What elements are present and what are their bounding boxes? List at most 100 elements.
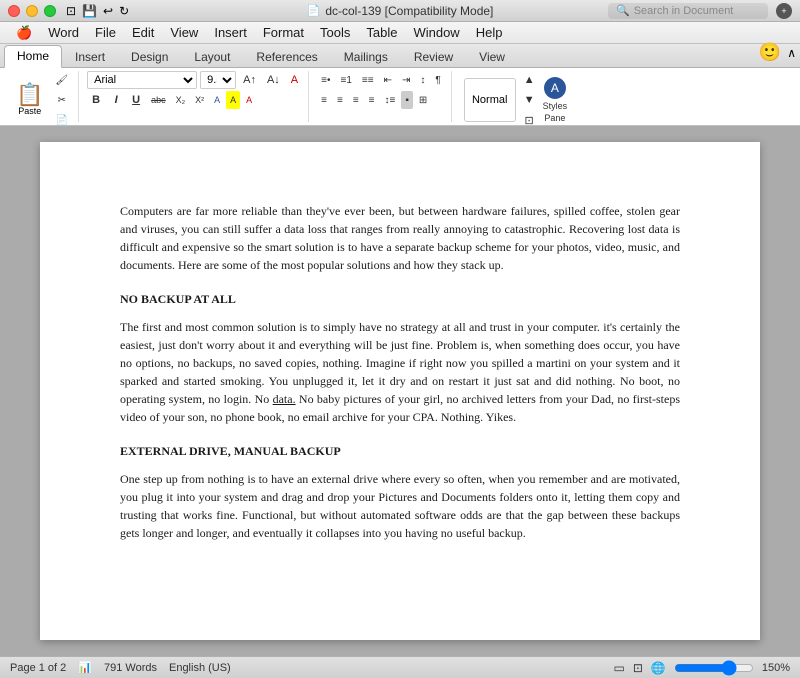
sort-button[interactable]: ↕ — [416, 71, 429, 89]
paragraph-group: ≡• ≡1 ≡≡ ⇤ ⇥ ↕ ¶ ≡ ≡ ≡ ≡ ↕≡ ▪ ⊞ — [311, 71, 452, 122]
superscript-button[interactable]: X² — [191, 91, 208, 109]
styles-pane-button[interactable]: A Styles Pane — [543, 77, 568, 123]
document-content[interactable]: Computers are far more reliable than the… — [120, 202, 680, 542]
menu-bar: 🍎 Word File Edit View Insert Format Tool… — [0, 22, 800, 44]
align-left-button[interactable]: ≡ — [317, 91, 331, 109]
text-effect-button[interactable]: A — [242, 91, 256, 109]
document-title: 📄 dc-col-139 [Compatibility Mode] — [307, 4, 494, 18]
heading-no-backup: NO BACKUP AT ALL — [120, 290, 680, 308]
styles-scroll: ▲ ▼ ⊡ — [520, 71, 539, 129]
status-right: ▭ ⊡ 🌐 150% — [614, 660, 791, 676]
search-box[interactable]: 🔍 Search in Document — [608, 3, 768, 19]
tab-layout[interactable]: Layout — [181, 46, 243, 68]
menu-word[interactable]: Word — [40, 22, 87, 43]
bullet-list-button[interactable]: ≡• — [317, 71, 334, 89]
increase-font-button[interactable]: A↑ — [239, 71, 260, 89]
view-layout-icon[interactable]: ⊡ — [633, 661, 643, 675]
tab-mailings[interactable]: Mailings — [331, 46, 401, 68]
view-web-icon[interactable]: 🌐 — [651, 661, 666, 675]
page-count: Page 1 of 2 — [10, 662, 66, 674]
list-row: ≡• ≡1 ≡≡ ⇤ ⇥ ↕ ¶ — [317, 71, 445, 89]
ribbon-tabs: Home Insert Design Layout References Mai… — [0, 44, 800, 68]
minimize-button[interactable] — [26, 5, 38, 17]
emoji-icon[interactable]: 🙂 — [759, 42, 781, 63]
font-size-select[interactable]: 9.5 — [200, 71, 236, 89]
title-bar: ⊡ 💾 ↩ ↻ 📄 dc-col-139 [Compatibility Mode… — [0, 0, 800, 22]
doc-icon: 📄 — [307, 4, 321, 17]
menu-help[interactable]: Help — [468, 22, 511, 43]
menu-window[interactable]: Window — [405, 22, 467, 43]
paste-icon: 📋 — [16, 84, 43, 106]
undo-icon[interactable]: ↩ — [103, 4, 113, 18]
menu-tools[interactable]: Tools — [312, 22, 358, 43]
paragraph-no-backup: The first and most common solution is to… — [120, 318, 680, 426]
font-name-row: Arial 9.5 A↑ A↓ A — [87, 71, 302, 89]
styles-group: Normal ▲ ▼ ⊡ A Styles Pane — [454, 71, 577, 122]
italic-button[interactable]: I — [107, 91, 125, 109]
document-scroll-area[interactable]: Computers are far more reliable than the… — [0, 126, 800, 656]
tab-view[interactable]: View — [466, 46, 518, 68]
font-color-button[interactable]: A — [210, 91, 224, 109]
paragraph-intro: Computers are far more reliable than the… — [120, 202, 680, 274]
paragraph-external-drive: One step up from nothing is to have an e… — [120, 470, 680, 542]
redo-icon[interactable]: ↻ — [119, 4, 129, 18]
user-avatar[interactable]: + — [776, 3, 792, 19]
decrease-indent-button[interactable]: ⇤ — [380, 71, 396, 89]
format-painter-button[interactable]: 🖌 — [51, 71, 72, 89]
styles-label: Styles — [543, 101, 568, 111]
clipboard-extra: 🖌 ✂ 📄 — [51, 71, 72, 129]
bold-button[interactable]: B — [87, 91, 105, 109]
menu-format[interactable]: Format — [255, 22, 312, 43]
subscript-button[interactable]: X₂ — [172, 91, 190, 109]
save-icon[interactable]: 💾 — [82, 4, 97, 18]
decrease-font-button[interactable]: A↓ — [263, 71, 284, 89]
language: English (US) — [169, 662, 231, 674]
document-page: Computers are far more reliable than the… — [40, 142, 760, 640]
status-bar: Page 1 of 2 📊 791 Words English (US) ▭ ⊡… — [0, 656, 800, 678]
zoom-slider[interactable] — [674, 660, 754, 676]
menu-edit[interactable]: Edit — [124, 22, 162, 43]
align-right-button[interactable]: ≡ — [349, 91, 363, 109]
increase-indent-button[interactable]: ⇥ — [398, 71, 414, 89]
menu-file[interactable]: File — [87, 22, 124, 43]
tab-home[interactable]: Home — [4, 45, 62, 68]
normal-style-label: Normal — [472, 94, 507, 106]
strikethrough-button[interactable]: abc — [147, 91, 170, 109]
numbered-list-button[interactable]: ≡1 — [336, 71, 355, 89]
multilevel-list-button[interactable]: ≡≡ — [358, 71, 378, 89]
tab-review[interactable]: Review — [401, 46, 466, 68]
tab-design[interactable]: Design — [118, 46, 181, 68]
apple-menu[interactable]: 🍎 — [8, 22, 40, 43]
line-spacing-button[interactable]: ↕≡ — [381, 91, 400, 109]
font-format-row: B I U abc X₂ X² A A A — [87, 91, 302, 109]
menu-insert[interactable]: Insert — [206, 22, 255, 43]
paste-label: Paste — [18, 106, 41, 116]
highlight-button[interactable]: A — [226, 91, 240, 109]
justify-button[interactable]: ≡ — [365, 91, 379, 109]
align-center-button[interactable]: ≡ — [333, 91, 347, 109]
font-group: Arial 9.5 A↑ A↓ A B I U abc X₂ X² A — [81, 71, 309, 122]
paste-group: 📋 Paste 🖌 ✂ 📄 — [4, 71, 79, 122]
tab-references[interactable]: References — [243, 46, 330, 68]
shading-button[interactable]: ▪ — [401, 91, 413, 109]
clear-format-button[interactable]: A — [287, 71, 302, 89]
scissors-button[interactable]: ✂ — [51, 91, 72, 109]
view-normal-icon[interactable]: ▭ — [614, 661, 625, 675]
close-button[interactable] — [8, 5, 20, 17]
font-family-select[interactable]: Arial — [87, 71, 197, 89]
word-count: 791 Words — [104, 662, 157, 674]
show-formatting-button[interactable]: ¶ — [431, 71, 444, 89]
underline-button[interactable]: U — [127, 91, 145, 109]
collapse-ribbon-icon[interactable]: ∧ — [787, 46, 796, 60]
border-button[interactable]: ⊞ — [415, 91, 431, 109]
menu-table[interactable]: Table — [358, 22, 405, 43]
styles-scroll-up[interactable]: ▲ — [520, 71, 539, 89]
para-controls: ≡• ≡1 ≡≡ ⇤ ⇥ ↕ ¶ ≡ ≡ ≡ ≡ ↕≡ ▪ ⊞ — [317, 71, 445, 109]
styles-scroll-down[interactable]: ▼ — [520, 91, 539, 109]
normal-style-box[interactable]: Normal — [464, 78, 516, 122]
paste-button[interactable]: 📋 Paste — [10, 82, 49, 118]
tab-insert[interactable]: Insert — [62, 46, 118, 68]
heading-external-drive: EXTERNAL DRIVE, MANUAL BACKUP — [120, 442, 680, 460]
menu-view[interactable]: View — [162, 22, 206, 43]
maximize-button[interactable] — [44, 5, 56, 17]
